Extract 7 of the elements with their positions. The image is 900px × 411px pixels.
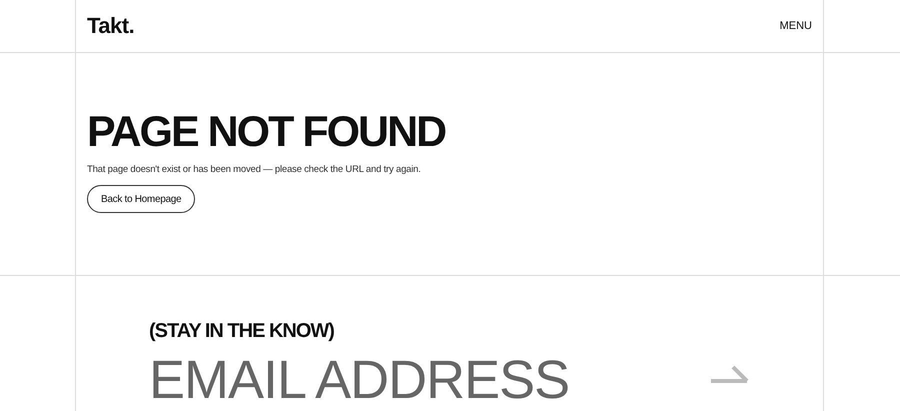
error-message: That page doesn't exist or has been moved — please check the URL and try again. xyxy=(87,164,422,175)
page-title: PAGE NOT FOUND xyxy=(87,109,446,155)
menu-button[interactable]: MENU xyxy=(780,20,812,32)
logo[interactable]: Takt. xyxy=(87,13,134,39)
homepage-button[interactable]: Back to Homepage xyxy=(87,185,196,213)
email-field[interactable]: EMAIL ADDRESS xyxy=(149,349,649,411)
newsletter-heading: (STAY IN THE KNOW) xyxy=(149,320,335,343)
